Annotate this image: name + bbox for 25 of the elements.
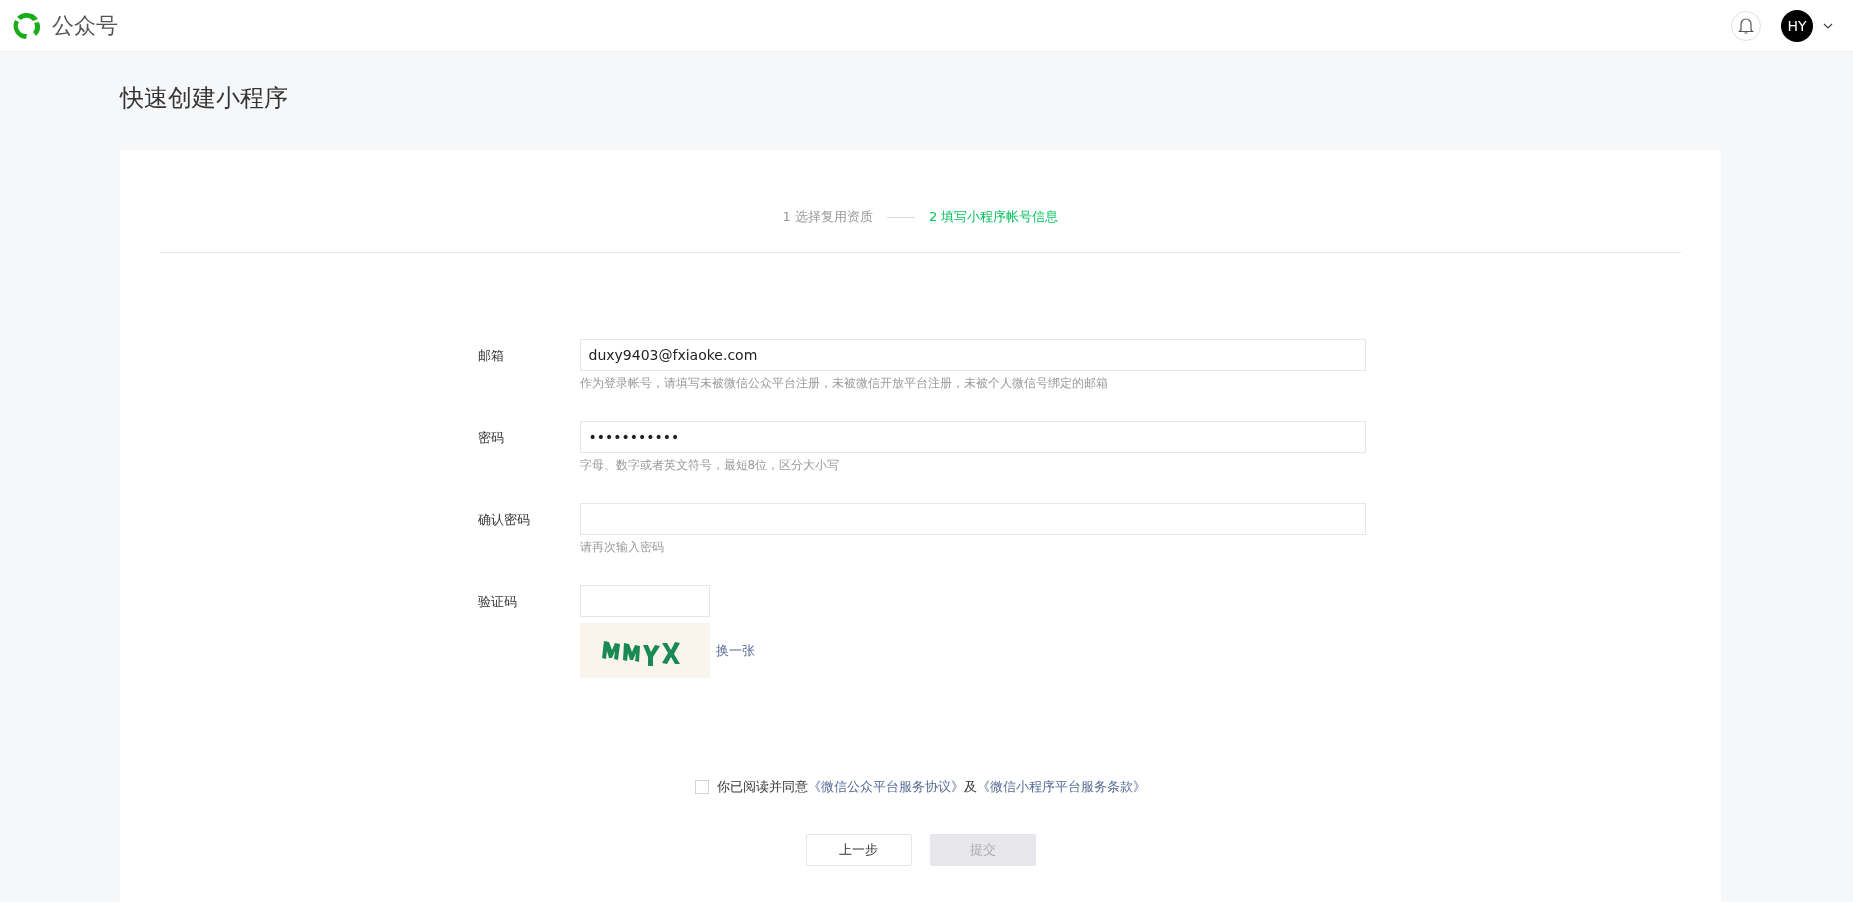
agreement-text: 你已阅读并同意《微信公众平台服务协议》及《微信小程序平台服务条款》 — [717, 778, 1146, 796]
back-button[interactable]: 上一步 — [805, 834, 912, 866]
field-label: 确认密码 — [477, 511, 531, 529]
field-hint: 作为登录帐号，请填写未被微信公众平台注册，未被微信开放平台注册，未被个人微信号绑定的邮箱 — [579, 375, 1109, 392]
field-label: 密码 — [477, 429, 505, 447]
field-hint: 请再次输入密码 — [579, 539, 665, 556]
field-hint: 字母、数字或者英文符号，最短8位，区分大小写 — [579, 457, 841, 474]
input-field[interactable]: ••••••••••• — [579, 421, 1366, 453]
agreement-link[interactable]: 《微信小程序平台服务条款》 — [977, 779, 1146, 794]
captcha-field[interactable] — [579, 585, 710, 617]
step-label: 2 填写小程序帐号信息 — [929, 208, 1059, 226]
refresh-captcha-link[interactable]: 换一张 — [715, 641, 755, 660]
brand-name: 公众号 — [52, 11, 118, 40]
input-field[interactable]: duxy9403@fxiaoke.com — [579, 339, 1366, 371]
page-title: 快速创建小程序 — [120, 83, 289, 114]
agreement-link[interactable]: 《微信公众平台服务协议》 — [808, 779, 964, 794]
bell-icon — [1738, 16, 1754, 35]
agreement-checkbox[interactable] — [695, 780, 709, 794]
chevron-down-icon[interactable] — [1823, 22, 1833, 29]
field-label: 验证码 — [477, 593, 518, 611]
logo-icon — [12, 10, 42, 41]
user-avatar[interactable]: HY — [1781, 9, 1813, 42]
input-field[interactable] — [579, 503, 1366, 535]
field-label: 邮箱 — [477, 347, 505, 365]
step-label: 1 选择复用资质 — [782, 208, 873, 226]
